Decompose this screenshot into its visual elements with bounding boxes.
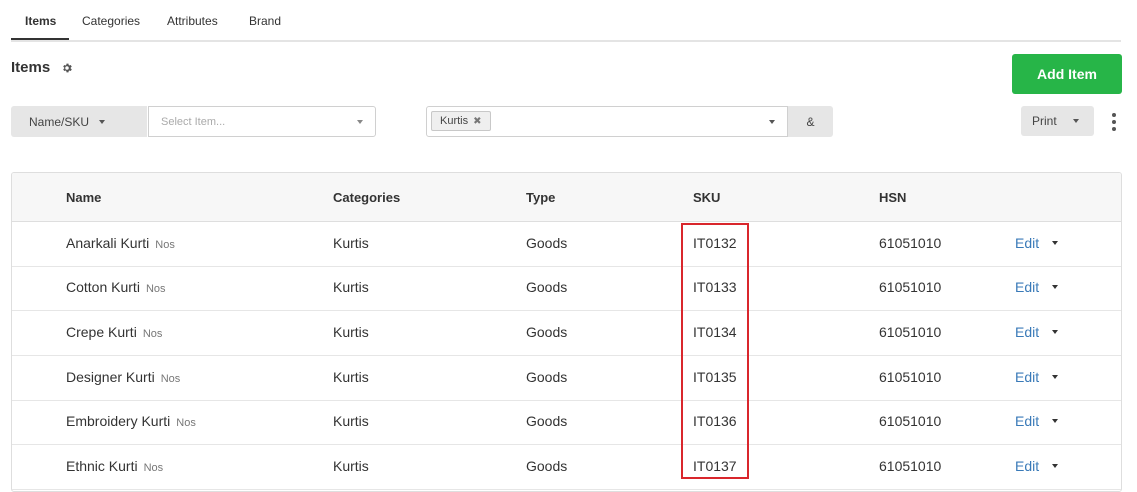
category-cell: Kurtis [333,235,369,251]
item-name-cell: Ethnic Kurti Nos [66,458,163,474]
and-filter-button[interactable]: & [788,106,833,137]
table-header: Name Categories Type SKU HSN [12,173,1121,222]
item-name[interactable]: Cotton Kurti [66,279,140,295]
sku-cell: IT0132 [693,235,737,251]
tab-categories[interactable]: Categories [82,14,140,28]
item-name[interactable]: Crepe Kurti [66,324,137,340]
page-title: Items [11,59,51,76]
hsn-cell: 61051010 [879,235,942,251]
type-cell: Goods [526,324,568,340]
table-row[interactable]: Embroidery Kurti Nos Kurtis Goods IT0136 … [12,400,1121,445]
tab-bar: Items Categories Attributes Brand [11,0,1121,42]
chevron-down-icon [769,120,775,124]
category-cell: Kurtis [333,369,369,385]
unit-label: Nos [155,239,175,251]
hsn-cell: 61051010 [879,279,942,295]
edit-link[interactable]: Edit [1015,369,1039,385]
column-header-name[interactable]: Name [66,190,101,205]
type-cell: Goods [526,413,568,429]
table-row[interactable]: Ethnic Kurti Nos Kurtis Goods IT0137 6105… [12,445,1121,490]
search-mode-label: Name/SKU [29,114,90,129]
tab-attributes[interactable]: Attributes [167,14,218,28]
edit-link[interactable]: Edit [1015,279,1039,295]
column-header-hsn[interactable]: HSN [879,190,906,205]
unit-label: Nos [176,417,196,429]
category-cell: Kurtis [333,324,369,340]
category-chip: Kurtis ✖ [431,111,491,131]
item-name[interactable]: Embroidery Kurti [66,413,170,429]
add-item-button[interactable]: Add Item [1012,54,1122,94]
tab-items[interactable]: Items [25,14,56,28]
items-table: Name Categories Type SKU HSN Anarkali Ku… [11,172,1122,492]
unit-label: Nos [145,283,166,295]
chevron-down-icon[interactable] [1052,375,1058,379]
item-name[interactable]: Designer Kurti [66,369,155,385]
search-mode-dropdown[interactable]: Name/SKU [11,106,147,137]
unit-label: Nos [143,462,164,474]
category-cell: Kurtis [333,413,369,429]
active-tab-indicator [11,38,69,40]
unit-label: Nos [160,373,181,385]
edit-link[interactable]: Edit [1015,458,1039,474]
type-cell: Goods [526,279,568,295]
item-select[interactable]: Select Item... [148,106,376,137]
column-header-sku[interactable]: SKU [693,190,720,205]
table-row[interactable]: Designer Kurti Nos Kurtis Goods IT0135 61… [12,356,1121,401]
item-name-cell: Designer Kurti Nos [66,369,180,385]
gear-icon[interactable] [61,62,73,74]
tab-brand[interactable]: Brand [249,14,281,28]
type-cell: Goods [526,458,568,474]
item-name-cell: Cotton Kurti Nos [66,279,166,295]
type-cell: Goods [526,235,568,251]
unit-label: Nos [142,328,163,340]
category-cell: Kurtis [333,458,369,474]
chevron-down-icon [357,120,363,124]
hsn-cell: 61051010 [879,458,942,474]
chevron-down-icon[interactable] [1052,330,1058,334]
edit-link[interactable]: Edit [1015,324,1039,340]
chevron-down-icon[interactable] [1052,241,1058,245]
sku-cell: IT0133 [693,279,737,295]
kebab-icon[interactable] [1108,113,1120,135]
item-name[interactable]: Ethnic Kurti [66,458,138,474]
category-chip-label: Kurtis [440,115,469,127]
chevron-down-icon[interactable] [1052,419,1058,423]
type-cell: Goods [526,369,568,385]
item-name-cell: Crepe Kurti Nos [66,324,162,340]
table-row[interactable]: Cotton Kurti Nos Kurtis Goods IT0133 6105… [12,266,1121,311]
hsn-cell: 61051010 [879,369,942,385]
chevron-down-icon[interactable] [1052,285,1058,289]
print-button[interactable]: Print [1021,106,1094,136]
column-header-type[interactable]: Type [526,190,555,205]
hsn-cell: 61051010 [879,413,942,429]
table-row[interactable]: Anarkali Kurti Nos Kurtis Goods IT0132 61… [12,222,1121,267]
item-name-cell: Embroidery Kurti Nos [66,413,196,429]
chevron-down-icon[interactable] [1052,464,1058,468]
sku-cell: IT0134 [693,324,737,340]
table-row[interactable]: Crepe Kurti Nos Kurtis Goods IT0134 61051… [12,311,1121,356]
chevron-down-icon [99,119,106,124]
edit-link[interactable]: Edit [1015,235,1039,251]
sku-cell: IT0136 [693,413,737,429]
chevron-down-icon [1072,119,1079,123]
item-name-cell: Anarkali Kurti Nos [66,235,175,251]
column-header-categories[interactable]: Categories [333,190,400,205]
category-filter-select[interactable]: Kurtis ✖ [426,106,788,137]
item-name[interactable]: Anarkali Kurti [66,235,149,251]
sku-cell: IT0137 [693,458,737,474]
close-icon[interactable]: ✖ [473,116,481,127]
category-cell: Kurtis [333,279,369,295]
item-select-placeholder: Select Item... [161,116,226,128]
print-label: Print [1032,114,1057,128]
sku-cell: IT0135 [693,369,737,385]
edit-link[interactable]: Edit [1015,413,1039,429]
hsn-cell: 61051010 [879,324,942,340]
